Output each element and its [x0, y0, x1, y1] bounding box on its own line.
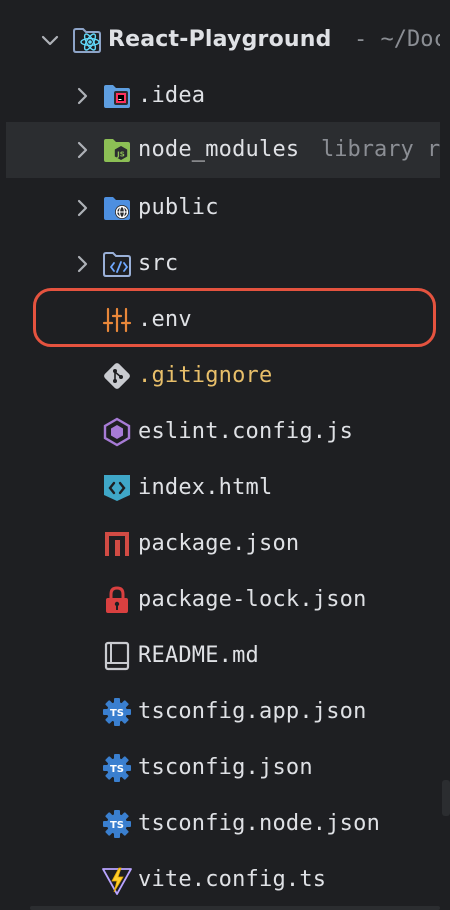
tree-item-tsconfig-node-json[interactable]: TS tsconfig.node.json	[0, 796, 440, 852]
tree-item-node-modules[interactable]: JS node_modules library ro	[6, 122, 440, 178]
tree-item-label: package.json	[138, 531, 300, 556]
tree-item-label: tsconfig.node.json	[138, 811, 381, 836]
tree-item-label: eslint.config.js	[138, 419, 354, 444]
chevron-down-icon[interactable]	[38, 28, 62, 52]
tree-item-readme[interactable]: README.md	[0, 628, 440, 684]
tsconfig-icon: TS	[102, 809, 132, 839]
git-icon	[102, 361, 132, 391]
eslint-icon	[102, 417, 132, 447]
tree-item-package-json[interactable]: package.json	[0, 516, 440, 572]
react-folder-icon	[72, 25, 102, 55]
tree-item-tsconfig-json[interactable]: TS tsconfig.json	[0, 740, 440, 796]
tree-root-react-playground[interactable]: React-Playground - ~/Doc	[0, 12, 440, 68]
scrollbar-thumb[interactable]	[442, 780, 450, 816]
tree-item-label: .idea	[138, 83, 206, 108]
svg-text:TS: TS	[110, 708, 124, 719]
horizontal-scrollbar[interactable]	[30, 906, 440, 910]
root-path-hint: - ~/Doc	[354, 27, 440, 52]
idea-folder-icon	[102, 81, 132, 111]
svg-text:TS: TS	[110, 764, 124, 775]
tree-item-idea[interactable]: .idea	[0, 68, 440, 124]
lock-icon	[102, 585, 132, 615]
tree-item-eslint-config[interactable]: eslint.config.js	[0, 404, 440, 460]
chevron-right-icon[interactable]	[70, 84, 94, 108]
npm-icon	[102, 529, 132, 559]
tree-item-index-html[interactable]: index.html	[0, 460, 440, 516]
vite-icon	[102, 865, 132, 895]
chevron-right-icon[interactable]	[70, 252, 94, 276]
tree-item-label: vite.config.ts	[138, 867, 327, 892]
tsconfig-icon: TS	[102, 697, 132, 727]
tree-item-label: tsconfig.json	[138, 755, 313, 780]
root-label: React-Playground	[108, 27, 332, 52]
tree-item-label: package-lock.json	[138, 587, 367, 612]
env-highlight-outline	[33, 288, 436, 347]
chevron-right-icon[interactable]	[70, 196, 94, 220]
tree-item-src[interactable]: src	[0, 236, 440, 292]
tree-item-label: tsconfig.app.json	[138, 699, 367, 724]
node-modules-folder-icon: JS	[102, 135, 132, 165]
readme-icon	[102, 641, 132, 671]
library-root-hint: library ro	[321, 137, 440, 162]
svg-text:JS: JS	[116, 151, 125, 159]
tsconfig-icon: TS	[102, 753, 132, 783]
public-folder-icon	[102, 193, 132, 223]
html-icon	[102, 473, 132, 503]
tree-item-package-lock-json[interactable]: package-lock.json	[0, 572, 440, 628]
tree-item-label: README.md	[138, 643, 260, 668]
tree-item-tsconfig-app-json[interactable]: TS tsconfig.app.json	[0, 684, 440, 740]
tree-item-label: index.html	[138, 475, 273, 500]
svg-text:TS: TS	[110, 820, 124, 831]
chevron-right-icon[interactable]	[70, 138, 94, 162]
tree-item-label: node_modules	[138, 137, 300, 162]
tree-item-label: src	[138, 251, 179, 276]
tree-item-public[interactable]: public	[0, 180, 440, 236]
tree-item-gitignore[interactable]: .gitignore	[0, 348, 440, 404]
source-folder-icon	[102, 249, 132, 279]
tree-item-vite-config[interactable]: vite.config.ts	[0, 852, 440, 908]
tree-item-label: public	[138, 195, 219, 220]
tree-item-label: .gitignore	[138, 363, 273, 388]
